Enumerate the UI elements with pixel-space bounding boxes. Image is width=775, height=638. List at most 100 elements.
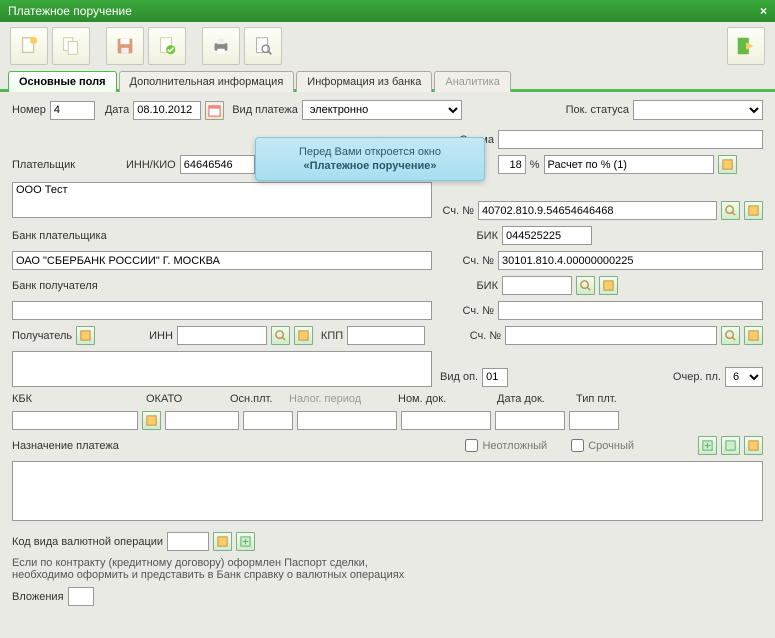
- percent-input[interactable]: [498, 155, 526, 174]
- label-kbk: КБК: [12, 393, 142, 405]
- tooltip: Перед Вами откроется окно «Платежное пор…: [255, 137, 485, 181]
- date-input[interactable]: [133, 101, 201, 120]
- purpose-btn3-icon[interactable]: [744, 436, 763, 455]
- recvacc-list-icon[interactable]: [744, 326, 763, 345]
- label-recvbank-acc: Сч. №: [460, 305, 494, 317]
- exit-button[interactable]: [727, 27, 765, 65]
- label-recv-acc: Сч. №: [467, 330, 501, 342]
- recv-name-input[interactable]: [12, 351, 432, 387]
- label-okato: ОКАТО: [146, 393, 226, 405]
- payer-acc-input[interactable]: [478, 201, 717, 220]
- note2: необходимо оформить и представить в Банк…: [12, 569, 763, 581]
- label-number: Номер: [12, 104, 46, 116]
- number-input[interactable]: [50, 101, 95, 120]
- label-datadok: Дата док.: [497, 393, 572, 405]
- close-icon[interactable]: ×: [760, 4, 767, 18]
- label-recv: Получатель: [12, 330, 72, 342]
- print-button[interactable]: [202, 27, 240, 65]
- recv-bank-name: [12, 301, 432, 320]
- inn-list-icon[interactable]: [294, 326, 313, 345]
- copy-button[interactable]: [52, 27, 90, 65]
- urgent2-check[interactable]: [571, 439, 584, 452]
- label-recvbank: Банк получателя: [12, 280, 432, 292]
- attach-count: [68, 587, 94, 606]
- payer-bik: [502, 226, 592, 245]
- status-select[interactable]: [633, 100, 763, 120]
- recv-acc-input[interactable]: [505, 326, 717, 345]
- kodval-lookup-icon[interactable]: [213, 532, 232, 551]
- kodval-add-icon[interactable]: [236, 532, 255, 551]
- label-percent: %: [530, 159, 540, 171]
- label-attach: Вложения: [12, 591, 64, 603]
- label-vidop: Вид оп.: [440, 371, 478, 383]
- label-purpose: Назначение платежа: [12, 440, 461, 452]
- label-innkio: ИНН/КИО: [126, 159, 176, 171]
- recv-lookup-icon[interactable]: [76, 326, 95, 345]
- recv-bank-acc: [498, 301, 763, 320]
- label-nalog: Налог. период: [289, 393, 394, 405]
- label-urgent1: Неотложный: [482, 440, 547, 452]
- kbk-input[interactable]: [12, 411, 138, 430]
- bik-search-icon[interactable]: [576, 276, 595, 295]
- window-title: Платежное поручение: [8, 4, 132, 18]
- label-nomdok: Ном. док.: [398, 393, 493, 405]
- approve-button[interactable]: [148, 27, 186, 65]
- tab-bankinfo[interactable]: Информация из банка: [296, 71, 432, 92]
- nomdok-input[interactable]: [401, 411, 491, 430]
- titlebar: Платежное поручение ×: [0, 0, 775, 22]
- purpose-btn1-icon[interactable]: [698, 436, 717, 455]
- preview-button[interactable]: [244, 27, 282, 65]
- purpose-btn2-icon[interactable]: [721, 436, 740, 455]
- percent-lookup-icon[interactable]: [718, 155, 737, 174]
- tab-analytics[interactable]: Аналитика: [434, 71, 510, 92]
- innkio-input[interactable]: [180, 155, 255, 174]
- recv-bik-input[interactable]: [502, 276, 572, 295]
- ocher-select[interactable]: 6: [725, 367, 763, 387]
- label-payer-acc: Сч. №: [440, 205, 474, 217]
- label-recv-bik: БИК: [464, 280, 498, 292]
- label-osn: Осн.плт.: [230, 393, 285, 405]
- kbk-lookup-icon[interactable]: [142, 411, 161, 430]
- label-tipplt: Тип плт.: [576, 393, 617, 405]
- note1: Если по контракту (кредитному договору) …: [12, 557, 763, 569]
- nalog-input[interactable]: [297, 411, 397, 430]
- sum-input[interactable]: [498, 130, 763, 149]
- toolbar: [0, 22, 775, 70]
- datadok-input[interactable]: [495, 411, 565, 430]
- bik-list-icon[interactable]: [599, 276, 618, 295]
- label-ocher: Очер. пл.: [673, 371, 721, 383]
- tab-main[interactable]: Основные поля: [8, 71, 117, 92]
- payer-bank-acc: [498, 251, 763, 270]
- label-payerbank-acc: Сч. №: [460, 255, 494, 267]
- payer-bank-name: [12, 251, 432, 270]
- urgent1-check[interactable]: [465, 439, 478, 452]
- label-inn: ИНН: [149, 330, 173, 342]
- new-button[interactable]: [10, 27, 48, 65]
- osn-input[interactable]: [243, 411, 293, 430]
- purpose-input[interactable]: [12, 461, 763, 521]
- okato-input[interactable]: [165, 411, 239, 430]
- acc-list-icon[interactable]: [744, 201, 763, 220]
- paytype-select[interactable]: электронно: [302, 100, 462, 120]
- label-status: Пок. статуса: [566, 104, 629, 116]
- tabs: Основные поля Дополнительная информация …: [0, 70, 775, 92]
- inn-input[interactable]: [177, 326, 267, 345]
- calc-percent: [544, 155, 714, 174]
- label-payerbank: Банк плательщика: [12, 230, 432, 242]
- label-urgent2: Срочный: [588, 440, 634, 452]
- kpp-input[interactable]: [347, 326, 425, 345]
- tab-additional[interactable]: Дополнительная информация: [119, 71, 295, 92]
- payer-name-input[interactable]: ООО Тест: [12, 182, 432, 218]
- label-kpp: КПП: [321, 330, 343, 342]
- label-payer: Плательщик: [12, 159, 122, 171]
- label-date: Дата: [105, 104, 129, 116]
- recvacc-search-icon[interactable]: [721, 326, 740, 345]
- calendar-icon[interactable]: [205, 101, 224, 120]
- tipplt-input[interactable]: [569, 411, 619, 430]
- kodval-input[interactable]: [167, 532, 209, 551]
- inn-search-icon[interactable]: [271, 326, 290, 345]
- save-button[interactable]: [106, 27, 144, 65]
- label-payer-bik: БИК: [464, 230, 498, 242]
- acc-search-icon[interactable]: [721, 201, 740, 220]
- label-paytype: Вид платежа: [232, 104, 298, 116]
